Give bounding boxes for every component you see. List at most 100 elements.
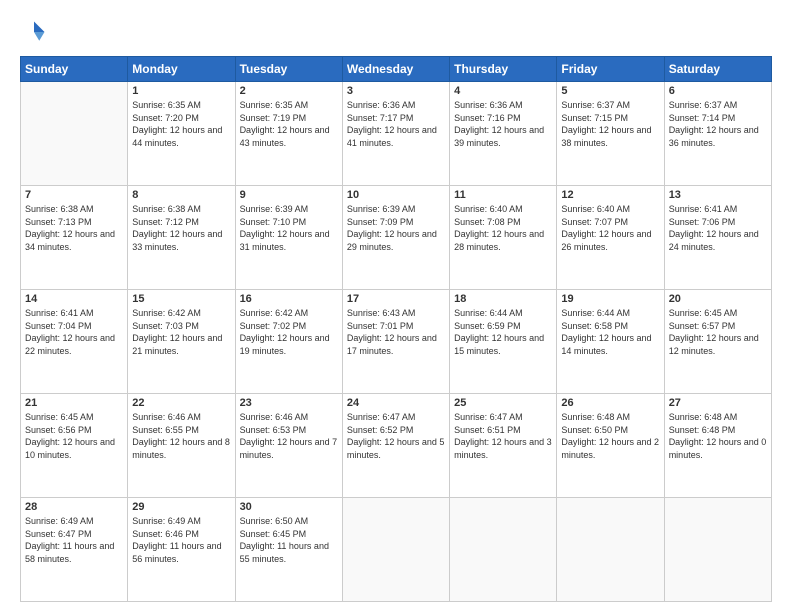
day-number: 23 [240,397,338,409]
cell-info: Sunrise: 6:42 AMSunset: 7:02 PMDaylight:… [240,307,338,357]
cell-info: Sunrise: 6:46 AMSunset: 6:55 PMDaylight:… [132,411,230,461]
day-number: 30 [240,501,338,513]
calendar-cell: 26 Sunrise: 6:48 AMSunset: 6:50 PMDayligh… [557,394,664,498]
calendar-cell: 14Sunrise: 6:41 AMSunset: 7:04 PMDayligh… [21,290,128,394]
calendar-week-2: 7 Sunrise: 6:38 AMSunset: 7:13 PMDaylight… [21,186,772,290]
calendar-cell: 24 Sunrise: 6:47 AMSunset: 6:52 PMDayligh… [342,394,449,498]
day-header-friday: Friday [557,57,664,82]
calendar-table: SundayMondayTuesdayWednesdayThursdayFrid… [20,56,772,602]
day-number: 8 [132,189,230,201]
cell-info: Sunrise: 6:47 AMSunset: 6:52 PMDaylight:… [347,411,445,461]
calendar-cell: 18Sunrise: 6:44 AMSunset: 6:59 PMDayligh… [450,290,557,394]
calendar-cell: 3 Sunrise: 6:36 AMSunset: 7:17 PMDaylight… [342,82,449,186]
cell-info: Sunrise: 6:43 AMSunset: 7:01 PMDaylight:… [347,307,445,357]
day-number: 28 [25,501,123,513]
day-number: 2 [240,85,338,97]
calendar-cell: 15Sunrise: 6:42 AMSunset: 7:03 PMDayligh… [128,290,235,394]
calendar-cell: 10Sunrise: 6:39 AMSunset: 7:09 PMDayligh… [342,186,449,290]
day-number: 20 [669,293,767,305]
calendar-week-5: 28 Sunrise: 6:49 AMSunset: 6:47 PMDayligh… [21,498,772,602]
day-header-wednesday: Wednesday [342,57,449,82]
day-number: 5 [561,85,659,97]
day-number: 17 [347,293,445,305]
cell-info: Sunrise: 6:38 AMSunset: 7:12 PMDaylight:… [132,203,230,253]
calendar-cell: 27Sunrise: 6:48 AMSunset: 6:48 PMDayligh… [664,394,771,498]
calendar-cell [557,498,664,602]
calendar-cell: 16 Sunrise: 6:42 AMSunset: 7:02 PMDayligh… [235,290,342,394]
day-number: 26 [561,397,659,409]
calendar-cell: 5 Sunrise: 6:37 AMSunset: 7:15 PMDaylight… [557,82,664,186]
calendar-cell [21,82,128,186]
cell-info: Sunrise: 6:37 AMSunset: 7:15 PMDaylight:… [561,99,659,149]
calendar-cell: 6 Sunrise: 6:37 AMSunset: 7:14 PMDaylight… [664,82,771,186]
calendar-cell: 29Sunrise: 6:49 AMSunset: 6:46 PMDayligh… [128,498,235,602]
cell-info: Sunrise: 6:35 AMSunset: 7:20 PMDaylight:… [132,99,230,149]
day-number: 7 [25,189,123,201]
calendar-cell: 1 Sunrise: 6:35 AMSunset: 7:20 PMDaylight… [128,82,235,186]
cell-info: Sunrise: 6:42 AMSunset: 7:03 PMDaylight:… [132,307,230,357]
cell-info: Sunrise: 6:45 AMSunset: 6:56 PMDaylight:… [25,411,123,461]
cell-info: Sunrise: 6:49 AMSunset: 6:46 PMDaylight:… [132,515,230,565]
day-header-sunday: Sunday [21,57,128,82]
cell-info: Sunrise: 6:50 AMSunset: 6:45 PMDaylight:… [240,515,338,565]
day-number: 11 [454,189,552,201]
day-number: 9 [240,189,338,201]
calendar-cell: 17 Sunrise: 6:43 AMSunset: 7:01 PMDayligh… [342,290,449,394]
day-number: 21 [25,397,123,409]
calendar-cell: 23 Sunrise: 6:46 AMSunset: 6:53 PMDayligh… [235,394,342,498]
header [20,18,772,46]
logo-icon [20,18,48,46]
day-number: 16 [240,293,338,305]
calendar-header-row: SundayMondayTuesdayWednesdayThursdayFrid… [21,57,772,82]
calendar-cell: 2 Sunrise: 6:35 AMSunset: 7:19 PMDaylight… [235,82,342,186]
calendar-cell: 30 Sunrise: 6:50 AMSunset: 6:45 PMDayligh… [235,498,342,602]
cell-info: Sunrise: 6:38 AMSunset: 7:13 PMDaylight:… [25,203,123,253]
cell-info: Sunrise: 6:40 AMSunset: 7:08 PMDaylight:… [454,203,552,253]
day-header-thursday: Thursday [450,57,557,82]
calendar-cell [450,498,557,602]
logo [20,18,52,46]
calendar-week-1: 1 Sunrise: 6:35 AMSunset: 7:20 PMDaylight… [21,82,772,186]
calendar-cell: 19 Sunrise: 6:44 AMSunset: 6:58 PMDayligh… [557,290,664,394]
day-number: 22 [132,397,230,409]
day-number: 6 [669,85,767,97]
cell-info: Sunrise: 6:36 AMSunset: 7:16 PMDaylight:… [454,99,552,149]
calendar-cell: 28 Sunrise: 6:49 AMSunset: 6:47 PMDayligh… [21,498,128,602]
day-number: 10 [347,189,445,201]
cell-info: Sunrise: 6:36 AMSunset: 7:17 PMDaylight:… [347,99,445,149]
cell-info: Sunrise: 6:46 AMSunset: 6:53 PMDaylight:… [240,411,338,461]
calendar-cell: 21 Sunrise: 6:45 AMSunset: 6:56 PMDayligh… [21,394,128,498]
cell-info: Sunrise: 6:48 AMSunset: 6:48 PMDaylight:… [669,411,767,461]
calendar-week-4: 21 Sunrise: 6:45 AMSunset: 6:56 PMDayligh… [21,394,772,498]
cell-info: Sunrise: 6:37 AMSunset: 7:14 PMDaylight:… [669,99,767,149]
day-number: 25 [454,397,552,409]
day-number: 1 [132,85,230,97]
cell-info: Sunrise: 6:44 AMSunset: 6:58 PMDaylight:… [561,307,659,357]
cell-info: Sunrise: 6:47 AMSunset: 6:51 PMDaylight:… [454,411,552,461]
calendar-cell [664,498,771,602]
calendar-cell [342,498,449,602]
day-number: 12 [561,189,659,201]
calendar-cell: 7 Sunrise: 6:38 AMSunset: 7:13 PMDaylight… [21,186,128,290]
calendar-week-3: 14Sunrise: 6:41 AMSunset: 7:04 PMDayligh… [21,290,772,394]
day-number: 4 [454,85,552,97]
calendar-cell: 12 Sunrise: 6:40 AMSunset: 7:07 PMDayligh… [557,186,664,290]
cell-info: Sunrise: 6:48 AMSunset: 6:50 PMDaylight:… [561,411,659,461]
cell-info: Sunrise: 6:41 AMSunset: 7:06 PMDaylight:… [669,203,767,253]
cell-info: Sunrise: 6:40 AMSunset: 7:07 PMDaylight:… [561,203,659,253]
day-number: 3 [347,85,445,97]
calendar-cell: 9Sunrise: 6:39 AMSunset: 7:10 PMDaylight… [235,186,342,290]
calendar-cell: 8 Sunrise: 6:38 AMSunset: 7:12 PMDaylight… [128,186,235,290]
day-number: 24 [347,397,445,409]
calendar-cell: 13 Sunrise: 6:41 AMSunset: 7:06 PMDayligh… [664,186,771,290]
calendar-cell: 20Sunrise: 6:45 AMSunset: 6:57 PMDayligh… [664,290,771,394]
cell-info: Sunrise: 6:35 AMSunset: 7:19 PMDaylight:… [240,99,338,149]
calendar-cell: 11 Sunrise: 6:40 AMSunset: 7:08 PMDayligh… [450,186,557,290]
cell-info: Sunrise: 6:49 AMSunset: 6:47 PMDaylight:… [25,515,123,565]
day-header-monday: Monday [128,57,235,82]
day-number: 18 [454,293,552,305]
day-number: 19 [561,293,659,305]
day-number: 13 [669,189,767,201]
day-number: 14 [25,293,123,305]
day-header-tuesday: Tuesday [235,57,342,82]
